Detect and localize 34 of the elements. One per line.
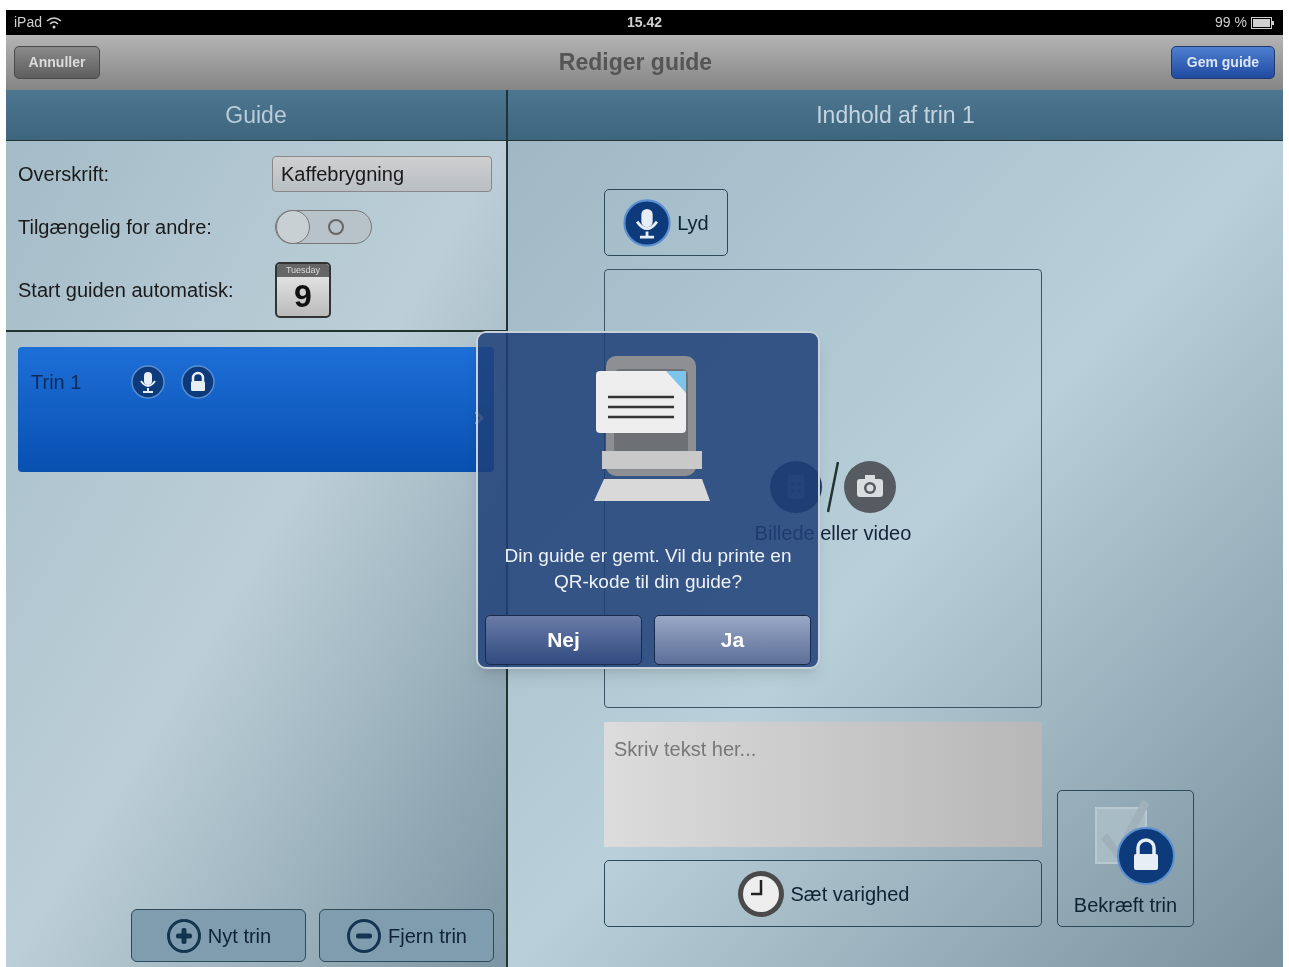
- sound-button[interactable]: Lyd: [604, 189, 728, 256]
- device-name: iPad: [14, 13, 43, 32]
- microphone-icon: [623, 198, 672, 247]
- panel-header: Indhold af trin 1: [508, 90, 1283, 140]
- window-title: Rediger guide: [558, 48, 713, 78]
- plus-circle-icon: [165, 917, 202, 954]
- battery-icon: [1251, 16, 1275, 29]
- field-label: Tilgængelig for andre:: [18, 215, 213, 240]
- text-input-field[interactable]: Skriv tekst her...: [604, 722, 1042, 847]
- set-duration-button[interactable]: Sæt varighed: [604, 860, 1042, 927]
- field-label: Overskrift:: [18, 162, 110, 187]
- dialog-message: Din guide er gemt. Vil du printe en QR-kode til din guide?: [503, 544, 793, 594]
- remove-step-button[interactable]: Fjern trin: [319, 909, 494, 962]
- minus-circle-icon: [346, 917, 383, 954]
- step-label: Trin 1: [31, 370, 83, 395]
- calendar-button[interactable]: Tuesday 9: [275, 262, 331, 318]
- confirm-step-button[interactable]: Bekræft trin: [1057, 790, 1194, 927]
- lock-icon: [181, 365, 215, 399]
- save-button[interactable]: Gem guide: [1171, 46, 1275, 79]
- clock-icon: [736, 869, 785, 918]
- new-step-button[interactable]: Nyt trin: [131, 909, 306, 962]
- field-label: Start guiden automatisk:: [18, 278, 235, 303]
- toggle-switch[interactable]: [275, 210, 372, 244]
- battery-level: 99 %: [1215, 13, 1247, 32]
- panel-header: Guide: [6, 90, 508, 140]
- slash-icon: [827, 459, 839, 514]
- dialog-button[interactable]: Nej: [485, 615, 642, 665]
- clock: 15.42: [626, 13, 662, 32]
- title-input-field[interactable]: Kaffebrygning: [272, 156, 492, 192]
- microphone-icon: [131, 365, 165, 399]
- dialog-button[interactable]: Ja: [654, 615, 811, 665]
- camera-icon: [843, 459, 897, 514]
- wifi-icon: [46, 16, 63, 29]
- cancel-button[interactable]: Annuller: [14, 46, 100, 79]
